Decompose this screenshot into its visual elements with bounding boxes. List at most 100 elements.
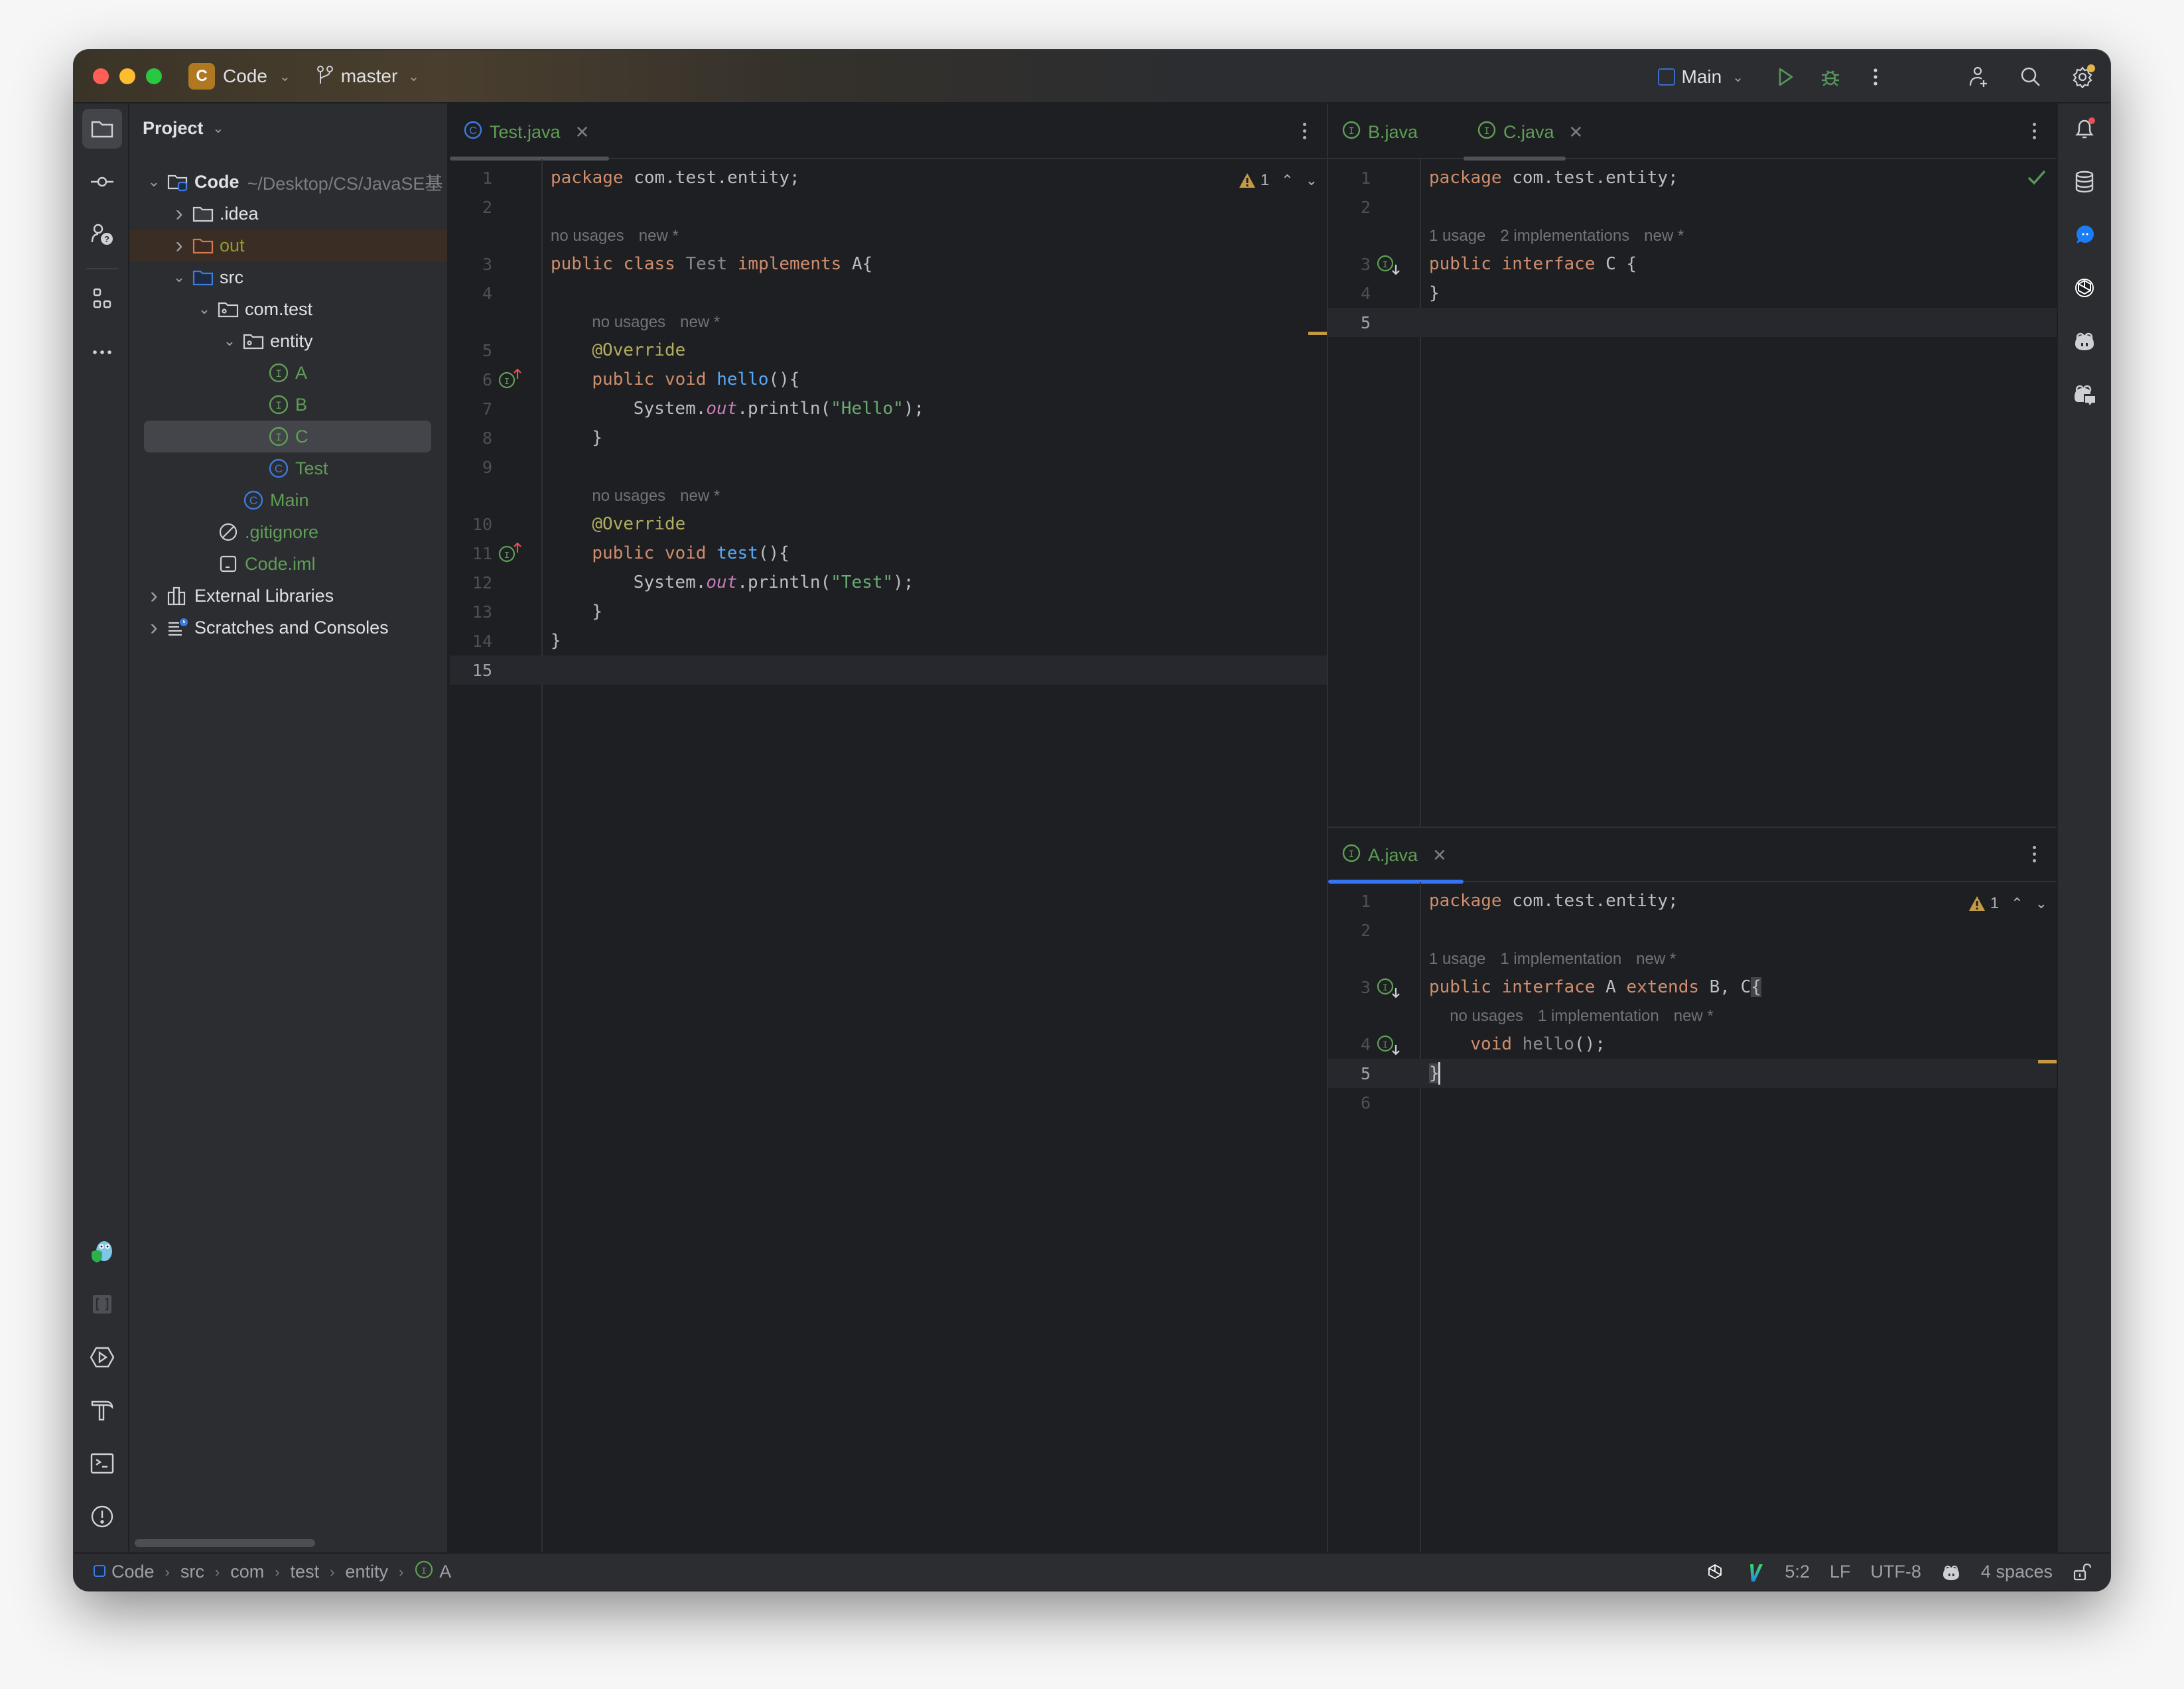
inspection-widget[interactable]: 1 ⌃ ⌄ <box>1238 171 1318 190</box>
copilot-chat-button[interactable] <box>2065 374 2104 414</box>
warning-stripe-marker[interactable] <box>1308 332 1327 335</box>
services-tool-button[interactable] <box>82 1337 122 1377</box>
breadcrumb-item[interactable]: com <box>230 1562 264 1582</box>
no-problems-check-icon[interactable] <box>2026 169 2047 187</box>
chevron-right-icon[interactable]: › <box>144 583 164 609</box>
tree-item[interactable]: C Main <box>129 484 447 516</box>
line-separator[interactable]: LF <box>1830 1562 1851 1582</box>
tree-item[interactable]: C Test <box>129 452 447 484</box>
tab-test-java[interactable]: C Test.java ✕ <box>450 105 609 161</box>
next-highlight-icon[interactable]: ⌄ <box>1306 172 1318 189</box>
tab-c-java[interactable]: I C.java ✕ <box>1464 105 1596 161</box>
minimize-window-button[interactable] <box>119 68 135 84</box>
code-vision-hint[interactable]: new * <box>639 227 679 245</box>
code-vision-hint[interactable]: 1 usage <box>1429 227 1485 245</box>
debug-button[interactable] <box>1815 62 1846 92</box>
readonly-toggle[interactable] <box>2073 1562 2092 1582</box>
close-tab-icon[interactable]: ✕ <box>1432 845 1447 866</box>
run-configuration-selector[interactable]: Main ⌄ <box>1657 66 1743 88</box>
tab-more-button[interactable] <box>2027 843 2041 869</box>
tree-item[interactable]: › out <box>129 230 447 261</box>
project-tool-button[interactable] <box>82 109 122 149</box>
tree-item[interactable]: IC <box>129 421 447 452</box>
tree-item[interactable]: IB <box>129 389 447 421</box>
caret-position[interactable]: 5:2 <box>1785 1562 1810 1582</box>
tree-item[interactable]: IA <box>129 357 447 389</box>
code-with-me-button[interactable] <box>1964 62 1994 92</box>
next-highlight-icon[interactable]: ⌄ <box>2035 895 2047 912</box>
branch-switcher[interactable]: master ⌄ <box>316 65 419 88</box>
implements-method-icon[interactable]: I <box>498 368 524 391</box>
previous-highlight-icon[interactable]: ⌃ <box>1281 172 1293 189</box>
chevron-right-icon[interactable]: › <box>169 233 189 259</box>
database-button[interactable] <box>2065 162 2104 202</box>
breadcrumb-item[interactable]: Code <box>93 1562 155 1582</box>
gopher-plugin-button[interactable] <box>82 1231 122 1271</box>
chevron-down-icon[interactable]: ⌄ <box>194 301 214 318</box>
chevron-right-icon[interactable]: › <box>144 615 164 641</box>
build-tool-button[interactable] <box>82 1390 122 1430</box>
tree-item[interactable]: ⌄ com.test <box>129 293 447 325</box>
file-encoding[interactable]: UTF-8 <box>1870 1562 1921 1582</box>
warning-stripe-marker[interactable] <box>2038 1060 2057 1063</box>
code-vision-hint[interactable]: new * <box>1636 950 1676 969</box>
implemented-icon[interactable]: I <box>1376 976 1402 998</box>
tree-item[interactable]: Code.iml <box>129 548 447 580</box>
chevron-right-icon[interactable]: › <box>169 201 189 227</box>
tree-item[interactable]: › Scratches and Consoles <box>129 612 447 643</box>
horizontal-scrollbar[interactable] <box>135 1539 315 1547</box>
commit-tool-button[interactable] <box>82 162 122 202</box>
settings-button[interactable] <box>2067 62 2098 92</box>
code-vision-hint[interactable]: no usages <box>551 227 624 245</box>
terminal-tool-button[interactable] <box>82 1444 122 1483</box>
openai-plugin-button[interactable] <box>2065 268 2104 308</box>
close-tab-icon[interactable]: ✕ <box>1569 122 1584 143</box>
breadcrumb-item[interactable]: IA <box>414 1560 451 1584</box>
more-actions-button[interactable] <box>1860 62 1891 92</box>
code-vision-hint[interactable]: new * <box>1644 227 1684 245</box>
tree-item[interactable]: › External Libraries <box>129 580 447 612</box>
tab-b-java[interactable]: I B.java <box>1328 105 1431 159</box>
code-vision-hint[interactable]: no usages <box>592 487 665 506</box>
close-tab-icon[interactable]: ✕ <box>575 122 590 143</box>
problems-tool-button[interactable] <box>82 1497 122 1536</box>
copilot-button[interactable] <box>2065 321 2104 361</box>
tab-more-button[interactable] <box>2027 119 2041 146</box>
project-view-selector[interactable]: Project ⌄ <box>143 118 224 139</box>
implements-method-icon[interactable]: I <box>498 542 524 565</box>
chevron-down-icon[interactable]: ⌄ <box>144 173 164 190</box>
tree-item[interactable]: ⌄ entity <box>129 325 447 357</box>
ai-help-tool-button[interactable]: ? <box>82 215 122 255</box>
breadcrumb-item[interactable]: src <box>180 1562 204 1582</box>
code-vision-hint[interactable]: no usages <box>1450 1007 1523 1026</box>
implemented-icon[interactable]: I <box>1376 1033 1402 1055</box>
more-tools-button[interactable] <box>82 332 122 372</box>
code-area[interactable]: 1 package com.test.entity; 2 1 usage 2 imple… <box>1328 159 2057 827</box>
maximize-window-button[interactable] <box>146 68 162 84</box>
code-vision-hint[interactable]: new * <box>680 313 720 332</box>
indent-setting[interactable]: 4 spaces <box>1981 1562 2053 1582</box>
tree-item[interactable]: ⌄ src <box>129 261 447 293</box>
breadcrumb-item[interactable]: test <box>291 1562 320 1582</box>
search-button[interactable] <box>2015 62 2046 92</box>
copilot-status-widget[interactable] <box>1941 1562 1961 1582</box>
code-vision-hint[interactable]: no usages <box>592 313 665 332</box>
chevron-down-icon[interactable]: ⌄ <box>169 269 189 286</box>
notifications-button[interactable] <box>2065 109 2104 149</box>
bracket-plugin-button[interactable] <box>82 1284 122 1324</box>
inspection-widget[interactable]: 1 ⌃ ⌄ <box>1968 894 2047 913</box>
chat-plugin-button[interactable] <box>2065 215 2104 255</box>
code-area[interactable]: 1 package com.test.entity; 2 no usages new *… <box>450 159 1327 1552</box>
implemented-icon[interactable]: I <box>1376 253 1402 275</box>
code-vision-hint[interactable]: 1 implementation <box>1500 950 1621 969</box>
openai-status-widget[interactable] <box>1705 1562 1725 1582</box>
code-vision-hint[interactable]: 1 usage <box>1429 950 1485 969</box>
tree-item[interactable]: .gitignore <box>129 516 447 548</box>
tab-more-button[interactable] <box>1298 119 1311 146</box>
code-vision-hint[interactable]: new * <box>680 487 720 506</box>
code-vision-hint[interactable]: new * <box>1674 1007 1714 1026</box>
structure-tool-button[interactable] <box>82 279 122 319</box>
tab-a-java[interactable]: I A.java ✕ <box>1328 828 1464 884</box>
previous-highlight-icon[interactable]: ⌃ <box>2011 895 2023 912</box>
vim-status-widget[interactable] <box>1745 1562 1765 1582</box>
